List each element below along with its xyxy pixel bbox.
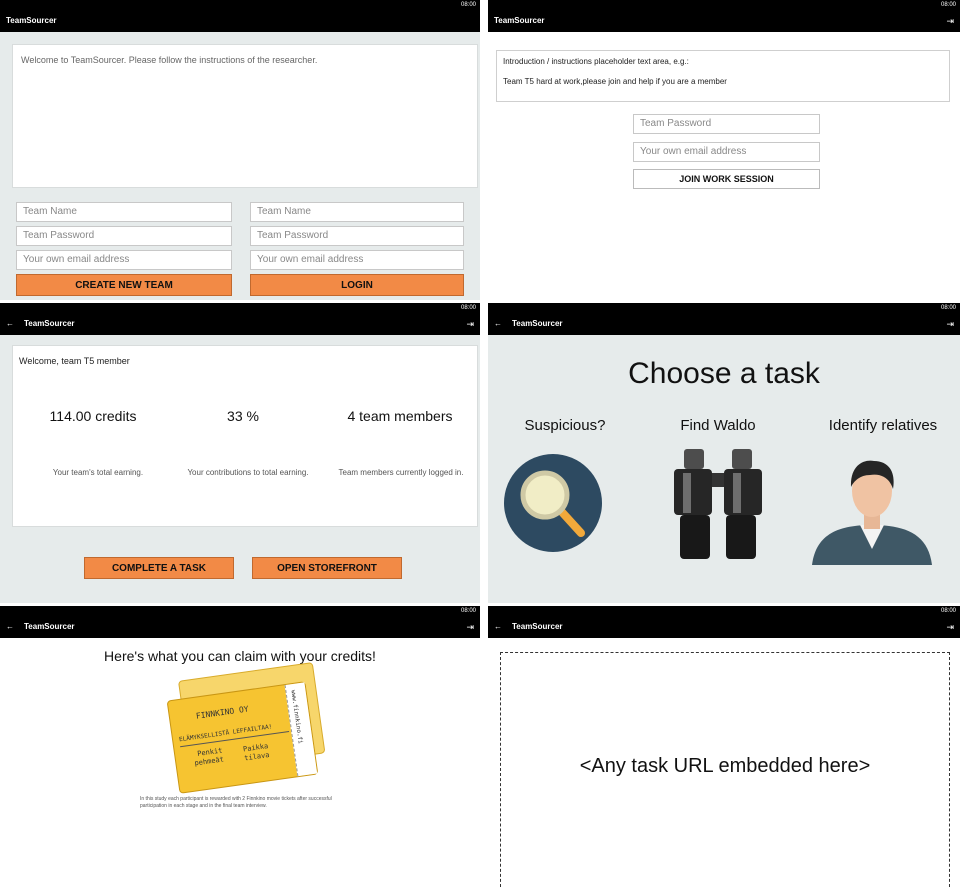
back-arrow-icon[interactable]: ← xyxy=(6,622,14,631)
create-team-name-field[interactable]: Team Name xyxy=(16,202,232,222)
logout-icon[interactable]: ⇥ xyxy=(946,313,954,335)
join-team-password-field[interactable]: Team Password xyxy=(633,114,820,134)
complete-task-button[interactable]: COMPLETE A TASK xyxy=(84,557,234,579)
status-bar: 08:00 xyxy=(488,0,960,10)
embedded-task-placeholder: <Any task URL embedded here> xyxy=(579,755,871,777)
create-team-password-field[interactable]: Team Password xyxy=(16,226,232,246)
status-bar: 08:00 xyxy=(0,606,480,616)
screen-dashboard: 08:00 ← TeamSourcer ⇥ Welcome, team T5 mem… xyxy=(0,303,480,603)
create-email-field[interactable]: Your own email address xyxy=(16,250,232,270)
app-bar: TeamSourcer xyxy=(0,10,480,32)
app-title: TeamSourcer xyxy=(512,319,563,328)
content-area: Here's what you can claim with your cred… xyxy=(0,638,480,888)
storefront-heading: Here's what you can claim with your cred… xyxy=(104,648,376,664)
screen-embedded-task: 08:00 ← TeamSourcer ⇥ <Any task URL embedd… xyxy=(488,606,960,888)
reward-note-line-1: In this study each participant is reward… xyxy=(140,796,332,802)
content-area: <Any task URL embedded here> xyxy=(488,638,960,888)
logout-icon[interactable]: ⇥ xyxy=(946,616,954,638)
team-members-caption: Team members currently logged in. xyxy=(338,468,464,477)
status-bar: 08:00 xyxy=(0,303,480,313)
embedded-task-frame[interactable]: <Any task URL embedded here> xyxy=(500,652,950,888)
app-title: TeamSourcer xyxy=(6,16,57,25)
create-new-team-button[interactable]: CREATE NEW TEAM xyxy=(16,274,232,296)
logout-icon[interactable]: ⇥ xyxy=(466,313,474,335)
app-bar: ← TeamSourcer ⇥ xyxy=(0,313,480,335)
status-bar: 08:00 xyxy=(0,0,480,10)
app-title: TeamSourcer xyxy=(512,622,563,631)
screen-join: 08:00 TeamSourcer ⇥ Introduction / instru… xyxy=(488,0,960,300)
welcome-team-text: Welcome, team T5 member xyxy=(19,356,130,366)
app-title: TeamSourcer xyxy=(494,16,545,25)
contribution-caption: Your contributions to total earning. xyxy=(187,468,309,477)
status-bar: 08:00 xyxy=(488,606,960,616)
login-team-name-field[interactable]: Team Name xyxy=(250,202,464,222)
task-label-identify-relatives[interactable]: Identify relatives xyxy=(808,417,958,434)
status-time: 08:00 xyxy=(940,2,956,8)
status-bar: 08:00 xyxy=(488,303,960,313)
choose-task-heading: Choose a task xyxy=(628,357,820,390)
app-title: TeamSourcer xyxy=(24,319,75,328)
status-time: 08:00 xyxy=(460,608,476,614)
team-members-value: 4 team members xyxy=(347,408,453,424)
team-credits-caption: Your team's total earning. xyxy=(52,468,144,477)
content-area: Welcome, team T5 member 114.00 credits 3… xyxy=(0,335,480,603)
contribution-value: 33 % xyxy=(227,408,259,424)
app-title: TeamSourcer xyxy=(24,622,75,631)
screen-choose-task: 08:00 ← TeamSourcer ⇥ Choose a task Suspic… xyxy=(488,303,960,603)
back-arrow-icon[interactable]: ← xyxy=(494,622,502,631)
intro-line-1: Introduction / instructions placeholder … xyxy=(503,57,689,66)
task-label-find-waldo[interactable]: Find Waldo xyxy=(653,417,783,434)
app-bar: ← TeamSourcer ⇥ xyxy=(0,616,480,638)
magnifier-icon[interactable] xyxy=(503,453,603,553)
team-credits-value: 114.00 credits xyxy=(49,408,137,424)
status-time: 08:00 xyxy=(940,305,956,311)
welcome-card: Welcome to TeamSourcer. Please follow th… xyxy=(12,44,478,188)
back-arrow-icon[interactable]: ← xyxy=(6,319,14,328)
screen-storefront: 08:00 ← TeamSourcer ⇥ Here's what you can … xyxy=(0,606,480,888)
content-area: Choose a task Suspicious? Find Waldo Ide… xyxy=(488,335,960,603)
dashboard-card: Welcome, team T5 member 114.00 credits 3… xyxy=(12,345,478,527)
movie-ticket[interactable]: FINNKINO OY ELÄMYKSELLISTÄ LEFFAILTAA! P… xyxy=(165,662,326,796)
content-area: Welcome to TeamSourcer. Please follow th… xyxy=(0,32,480,300)
content-area: Introduction / instructions placeholder … xyxy=(488,32,960,300)
ticket-brand: FINNKINO OY xyxy=(195,704,250,721)
logout-icon[interactable]: ⇥ xyxy=(946,10,954,32)
intro-line-2: Team T5 hard at work,please join and hel… xyxy=(503,77,727,86)
app-bar: TeamSourcer ⇥ xyxy=(488,10,960,32)
screen-welcome: 08:00 TeamSourcer Welcome to TeamSourcer… xyxy=(0,0,480,300)
status-time: 08:00 xyxy=(940,608,956,614)
status-time: 08:00 xyxy=(460,2,476,8)
logout-icon[interactable]: ⇥ xyxy=(466,616,474,638)
back-arrow-icon[interactable]: ← xyxy=(494,319,502,328)
join-work-session-button[interactable]: JOIN WORK SESSION xyxy=(633,169,820,189)
login-team-password-field[interactable]: Team Password xyxy=(250,226,464,246)
ticket-url: www.finnkino.fi xyxy=(289,689,304,745)
welcome-text: Welcome to TeamSourcer. Please follow th… xyxy=(21,55,318,65)
task-label-suspicious[interactable]: Suspicious? xyxy=(500,417,630,434)
reward-note-line-2: participation in each stage and in the f… xyxy=(140,803,267,809)
binoculars-icon[interactable] xyxy=(658,443,778,563)
person-icon[interactable] xyxy=(810,453,934,565)
app-bar: ← TeamSourcer ⇥ xyxy=(488,616,960,638)
login-email-field[interactable]: Your own email address xyxy=(250,250,464,270)
status-time: 08:00 xyxy=(460,305,476,311)
app-bar: ← TeamSourcer ⇥ xyxy=(488,313,960,335)
intro-card: Introduction / instructions placeholder … xyxy=(496,50,950,102)
open-storefront-button[interactable]: OPEN STOREFRONT xyxy=(252,557,402,579)
ticket-front: FINNKINO OY ELÄMYKSELLISTÄ LEFFAILTAA! P… xyxy=(166,681,319,794)
join-email-field[interactable]: Your own email address xyxy=(633,142,820,162)
login-button[interactable]: LOGIN xyxy=(250,274,464,296)
